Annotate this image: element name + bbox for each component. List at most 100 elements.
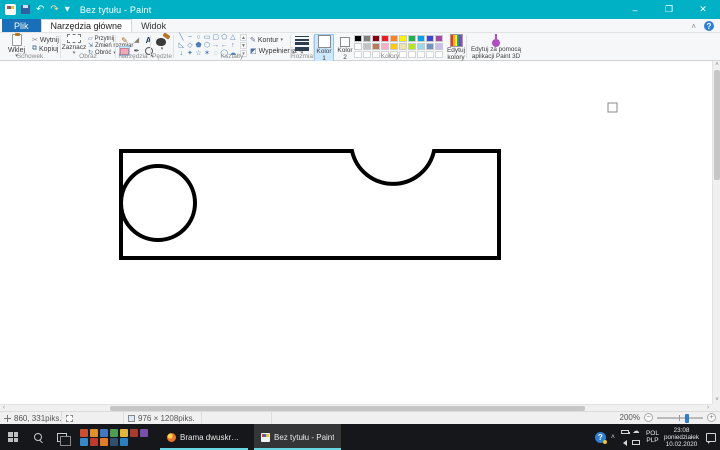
size-button[interactable]: ▾	[292, 34, 312, 55]
palette-swatch[interactable]	[390, 43, 398, 50]
shapes-scroll-up-icon[interactable]: ▲	[240, 34, 247, 41]
palette-swatch[interactable]	[435, 43, 443, 50]
palette-swatch[interactable]	[435, 35, 443, 42]
tray-overflow-icon[interactable]: ˄	[611, 434, 615, 441]
taskbar-window-paint[interactable]: Bez tytułu - Paint	[254, 424, 341, 450]
scroll-down-icon[interactable]: ˅	[713, 396, 720, 404]
shape-icon[interactable]: ▭	[203, 34, 212, 42]
palette-swatch[interactable]	[408, 35, 416, 42]
drawn-shape	[608, 103, 617, 112]
shape-icon[interactable]: ⬠	[220, 34, 229, 42]
palette-swatch[interactable]	[417, 43, 425, 50]
pinned-app-icon[interactable]	[90, 438, 98, 446]
shape-icon[interactable]: ◺	[177, 42, 186, 50]
action-center-icon[interactable]	[706, 433, 716, 442]
palette-swatch[interactable]	[381, 43, 389, 50]
palette-swatch[interactable]	[399, 43, 407, 50]
pinned-app-icon[interactable]	[100, 429, 108, 437]
scroll-up-icon[interactable]: ˄	[713, 61, 720, 69]
pinned-app-icon[interactable]	[80, 438, 88, 446]
minimize-button[interactable]: –	[618, 0, 652, 19]
pinned-app-icon[interactable]	[120, 429, 128, 437]
palette-swatch[interactable]	[390, 35, 398, 42]
get-help-tray-icon[interactable]: ?	[595, 432, 606, 443]
palette-swatch[interactable]	[354, 43, 362, 50]
cloud-icon[interactable]: ☁	[632, 428, 639, 435]
tab-narzedzia-glowne[interactable]: Narzędzia główne	[41, 19, 133, 32]
zoom-out-button[interactable]: −	[644, 413, 653, 422]
brushes-button[interactable]: ▾	[151, 34, 173, 51]
palette-swatch[interactable]	[381, 35, 389, 42]
palette-swatch[interactable]	[363, 35, 371, 42]
ribbon: Wklej ▾ ✂ Wytnij ⧉ Kopiuj Schowek Zaznac…	[0, 33, 720, 61]
palette-swatch[interactable]	[372, 43, 380, 50]
tab-plik[interactable]: Plik	[2, 19, 41, 32]
shape-icon[interactable]: ╲	[177, 34, 186, 42]
help-icon[interactable]: ?	[704, 21, 714, 31]
undo-icon[interactable]: ↶	[36, 5, 44, 15]
vertical-scroll-thumb[interactable]	[714, 70, 720, 180]
close-button[interactable]: ✕	[686, 0, 720, 19]
shape-icon[interactable]: ←	[220, 42, 229, 50]
pinned-app-icon[interactable]	[130, 429, 138, 437]
display-icon[interactable]	[632, 440, 640, 445]
horizontal-scrollbar[interactable]: ‹ ›	[0, 404, 712, 411]
taskbar-clock[interactable]: 23:08 poniedziałek 10.02.2020	[664, 427, 699, 448]
paint3d-button[interactable]: Edytuj za pomocą aplikacji Paint 3D	[468, 34, 524, 61]
pinned-app-icon[interactable]	[110, 438, 118, 446]
shape-icon[interactable]: ▢	[211, 34, 220, 42]
pinned-app-icon[interactable]	[110, 429, 118, 437]
palette-swatch[interactable]	[417, 35, 425, 42]
palette-swatch[interactable]	[426, 43, 434, 50]
maximize-button[interactable]: ❐	[652, 0, 686, 19]
shape-icon[interactable]: ◇	[186, 42, 195, 50]
quick-access-toolbar: ↶ ↷ ▾	[21, 5, 70, 15]
palette-swatch[interactable]	[426, 35, 434, 42]
palette-swatch[interactable]	[408, 43, 416, 50]
pinned-app-icon[interactable]	[80, 429, 88, 437]
task-view-button[interactable]	[50, 424, 74, 450]
tab-widok[interactable]: Widok	[132, 19, 175, 32]
browser-icon	[167, 433, 176, 442]
shape-icon[interactable]: ○	[194, 34, 203, 42]
fill-tool-icon[interactable]	[131, 35, 142, 45]
palette-swatch[interactable]	[399, 35, 407, 42]
volume-icon[interactable]	[623, 440, 627, 446]
drawing-canvas[interactable]	[0, 61, 712, 404]
collapse-ribbon-icon[interactable]: ˄	[691, 22, 696, 31]
palette-swatch[interactable]	[372, 35, 380, 42]
redo-icon[interactable]: ↷	[50, 5, 58, 15]
taskbar-window-browser[interactable]: Brama dwuskrzydłow...	[160, 424, 248, 450]
qat-dropdown-icon[interactable]: ▾	[65, 5, 70, 15]
shape-icon[interactable]: ⬟	[194, 42, 203, 50]
copy-button[interactable]: ⧉ Kopiuj	[32, 45, 58, 53]
pencil-tool-icon[interactable]	[119, 35, 130, 45]
pinned-app-icon[interactable]	[90, 429, 98, 437]
pinned-app-icon[interactable]	[100, 438, 108, 446]
select-button[interactable]: Zaznacz ▾	[62, 34, 86, 55]
size-icon	[295, 36, 309, 51]
shape-icon[interactable]: ⬡	[203, 42, 212, 50]
shape-icon[interactable]: △	[229, 34, 238, 42]
clock-day: poniedziałek	[664, 434, 699, 441]
language-indicator[interactable]: POL PLP	[646, 430, 659, 444]
battery-icon[interactable]	[621, 430, 629, 434]
vertical-scrollbar[interactable]: ˄ ˅	[712, 61, 720, 404]
shape-icon[interactable]: ↑	[229, 42, 238, 50]
crop-button[interactable]: ▱ Przytnij	[88, 35, 114, 42]
zoom-slider[interactable]	[657, 417, 703, 419]
search-button[interactable]	[26, 424, 50, 450]
shape-icon[interactable]: →	[211, 42, 220, 50]
palette-swatch[interactable]	[363, 43, 371, 50]
shape-icon[interactable]: ~	[186, 34, 195, 42]
zoom-in-button[interactable]: +	[707, 413, 716, 422]
palette-swatch[interactable]	[354, 35, 362, 42]
clock-date: 10.02.2020	[664, 441, 699, 448]
save-icon[interactable]	[21, 5, 30, 14]
cut-button[interactable]: ✂ Wytnij	[32, 36, 59, 44]
zoom-slider-thumb[interactable]	[685, 414, 689, 423]
shapes-scroll-down-icon[interactable]: ▼	[240, 42, 247, 49]
start-button[interactable]	[0, 424, 26, 450]
pinned-app-icon[interactable]	[120, 438, 128, 446]
pinned-app-icon[interactable]	[140, 429, 148, 437]
